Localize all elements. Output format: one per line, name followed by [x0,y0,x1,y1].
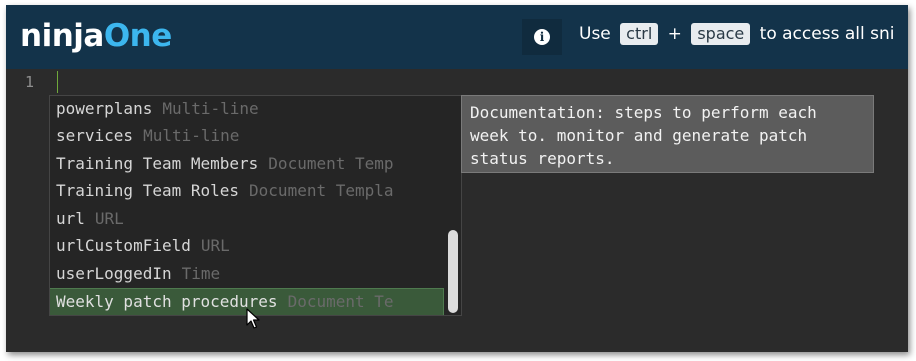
suggestion-item[interactable]: Training Team Roles Document Templa [50,178,443,204]
suggestion-type: Multi-line [143,126,240,145]
suggestion-item[interactable]: userLoggedIn Time [50,261,443,287]
documentation-text: Documentation: steps to perform each wee… [470,103,817,168]
suggestion-item[interactable]: services Multi-line [50,123,443,149]
autocomplete-list[interactable]: powerplans Multi-line services Multi-line … [49,95,462,316]
ninjaone-logo: ninjaOne [20,18,172,54]
app-window: ninjaOne i Use ctrl + space to access al… [6,5,908,352]
logo-text-one: One [103,18,172,54]
info-icon: i [534,29,550,45]
shortcut-hint: Use ctrl + space to access all sni [579,22,894,46]
suggestion-item[interactable]: url URL [50,206,443,232]
mouse-pointer-icon [246,308,260,329]
info-button[interactable]: i [522,19,562,55]
line-number: 1 [24,73,34,91]
suggestion-type: Document Templa [249,181,394,200]
logo-text-ninja: ninja [20,18,104,54]
suggestion-scrollbar[interactable] [445,96,461,315]
suggestion-label: userLoggedIn [56,264,172,283]
suggestion-label: url [56,209,85,228]
documentation-tooltip: Documentation: steps to perform each wee… [461,95,874,173]
suggestion-label: Training Team Members [56,154,259,173]
suggestion-label: Weekly patch procedures [56,292,278,311]
suggestion-type: URL [94,209,124,228]
suggestion-label: Training Team Roles [56,181,240,200]
suggestion-item[interactable]: urlCustomField URL [50,233,443,259]
hint-use-text: Use [579,24,611,44]
ctrl-key-badge: ctrl [620,23,659,45]
header-bar: ninjaOne i Use ctrl + space to access al… [6,5,908,69]
suggestion-type: URL [200,236,230,255]
suggestion-type: Multi-line [162,99,259,118]
suggestion-type: Time [181,264,221,283]
suggestion-label: powerplans [56,99,153,118]
suggestion-label: services [56,126,134,145]
suggestion-type: Document Te [287,292,394,311]
suggestion-item[interactable]: Training Team Members Document Temp [50,151,443,177]
text-cursor [57,71,58,93]
scrollbar-thumb[interactable] [448,230,458,313]
line-gutter: 1 [6,69,50,352]
hint-rest-text: to access all sni [759,24,895,44]
space-key-badge: space [691,23,751,45]
hint-plus-text: + [667,24,682,44]
suggestion-item[interactable]: powerplans Multi-line [50,96,443,122]
suggestion-label: urlCustomField [56,236,191,255]
suggestion-type: Document Temp [268,154,394,173]
